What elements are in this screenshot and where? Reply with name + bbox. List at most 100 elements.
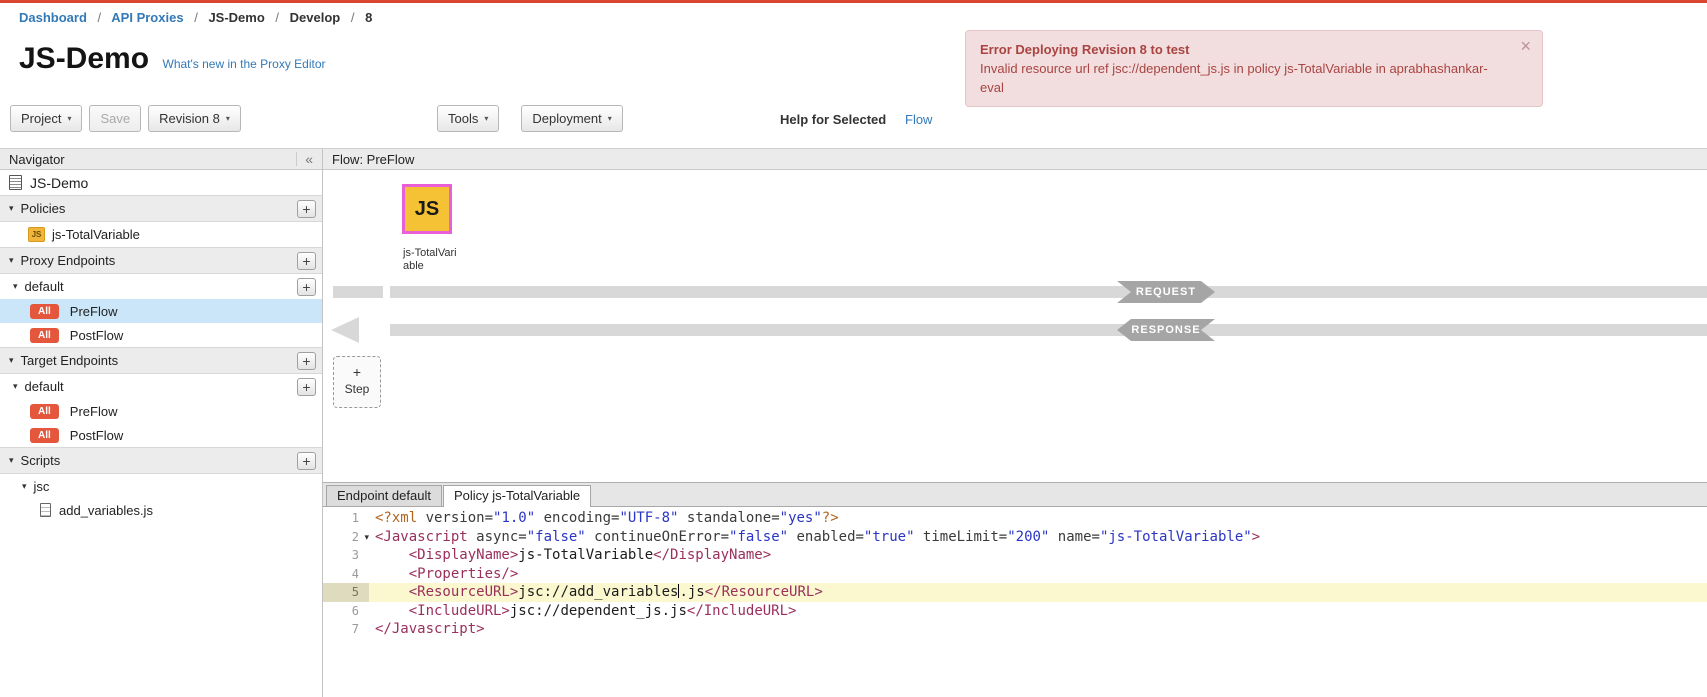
project-button-label: Project	[21, 111, 61, 126]
add-policy-button[interactable]: +	[297, 200, 316, 218]
breadcrumb-separator: /	[194, 10, 198, 25]
breadcrumb: Dashboard / API Proxies / JS-Demo / Deve…	[0, 3, 1707, 33]
close-icon[interactable]: ×	[1520, 36, 1531, 57]
nav-item-target-default[interactable]: ▾ default +	[0, 374, 322, 399]
nav-item-label: PostFlow	[70, 428, 123, 443]
help-flow-link[interactable]: Flow	[905, 112, 932, 127]
breadcrumb-api-proxies[interactable]: API Proxies	[111, 10, 183, 25]
navigator-title: Navigator	[9, 152, 65, 167]
toolbar-mid-group: Tools ▾ Deployment ▾	[437, 105, 623, 132]
chevron-down-icon[interactable]: ▾	[13, 381, 18, 392]
nav-item-proxy-root[interactable]: JS-Demo	[0, 170, 322, 195]
proxy-doc-icon	[9, 175, 22, 190]
nav-item-label: PreFlow	[70, 304, 118, 319]
nav-item-target-preflow[interactable]: All PreFlow	[0, 399, 322, 423]
add-script-button[interactable]: +	[297, 452, 316, 470]
nav-item-proxy-preflow[interactable]: All PreFlow	[0, 299, 322, 323]
chevron-down-icon[interactable]: ▾	[13, 281, 18, 292]
policy-node-js-totalvariable[interactable]: JS	[402, 184, 452, 234]
code-line[interactable]: 5 <ResourceURL>jsc://add_variables.js</R…	[323, 583, 1707, 602]
code-line[interactable]: 1<?xml version="1.0" encoding="UTF-8" st…	[323, 509, 1707, 528]
code-line[interactable]: 7</Javascript>	[323, 620, 1707, 639]
section-label: Target Endpoints	[21, 353, 119, 368]
line-number: 5	[323, 583, 369, 602]
nav-item-label: jsc	[34, 479, 50, 494]
nav-item-proxy-default[interactable]: ▾ default +	[0, 274, 322, 299]
page-header: JS-Demo What's new in the Proxy Editor	[19, 42, 326, 90]
js-icon: JS	[415, 198, 439, 221]
error-toast: × Error Deploying Revision 8 to test Inv…	[965, 30, 1543, 107]
chevron-down-icon[interactable]: ▾	[9, 355, 14, 366]
nav-item-label: JS-Demo	[30, 175, 88, 191]
tab-endpoint-default[interactable]: Endpoint default	[326, 485, 442, 506]
js-policy-icon: JS	[28, 227, 45, 242]
nav-item-label: default	[25, 279, 64, 294]
breadcrumb-proxy-name: JS-Demo	[208, 10, 264, 25]
section-policies[interactable]: ▾ Policies +	[0, 195, 322, 222]
tools-button-label: Tools	[448, 111, 478, 126]
code-line-text: <DisplayName>js-TotalVariable</DisplayNa…	[375, 546, 771, 565]
flow-title: Flow: PreFlow	[332, 152, 414, 167]
add-step-button[interactable]: + Step	[333, 356, 381, 408]
code-line[interactable]: 3 <DisplayName>js-TotalVariable</Display…	[323, 546, 1707, 565]
section-scripts[interactable]: ▾ Scripts +	[0, 447, 322, 474]
section-target-endpoints[interactable]: ▾ Target Endpoints +	[0, 347, 322, 374]
section-proxy-endpoints[interactable]: ▾ Proxy Endpoints +	[0, 247, 322, 274]
whats-new-link[interactable]: What's new in the Proxy Editor	[163, 57, 326, 71]
help-for-selected-label: Help for Selected	[780, 112, 886, 127]
line-number: 6	[323, 602, 369, 621]
file-icon	[40, 503, 51, 517]
save-button[interactable]: Save	[89, 105, 141, 132]
save-button-label: Save	[100, 111, 130, 126]
deployment-button-label: Deployment	[532, 111, 601, 126]
chevron-down-icon[interactable]: ▾	[9, 203, 14, 214]
code-fold-icon[interactable]: ▾	[364, 528, 369, 547]
chevron-down-icon[interactable]: ▾	[9, 255, 14, 266]
add-proxy-endpoint-button[interactable]: +	[297, 252, 316, 270]
breadcrumb-revision-number: 8	[365, 10, 372, 25]
add-target-endpoint-button[interactable]: +	[297, 352, 316, 370]
chevron-down-icon: ▾	[67, 114, 71, 123]
revision-button-label: Revision 8	[159, 111, 220, 126]
deployment-button[interactable]: Deployment ▾	[521, 105, 622, 132]
plus-icon: +	[334, 365, 380, 379]
toolbar-left-group: Project ▾ Save Revision 8 ▾	[10, 105, 241, 132]
chevron-down-icon[interactable]: ▾	[9, 455, 14, 466]
policy-node-label: js-TotalVariable	[403, 247, 461, 273]
flow-editor-panel: Flow: PreFlow JS js-TotalVariable REQUES…	[323, 149, 1707, 697]
add-flow-button[interactable]: +	[297, 278, 316, 296]
code-line[interactable]: 4 <Properties/>	[323, 565, 1707, 584]
arrow-left-icon	[331, 317, 359, 343]
nav-item-label: PreFlow	[70, 404, 118, 419]
chevron-down-icon[interactable]: ▾	[22, 481, 27, 492]
nav-item-target-postflow[interactable]: All PostFlow	[0, 423, 322, 447]
project-button[interactable]: Project ▾	[10, 105, 82, 132]
code-line[interactable]: 6 <IncludeURL>jsc://dependent_js.js</Inc…	[323, 602, 1707, 621]
breadcrumb-separator: /	[98, 10, 102, 25]
section-label: Policies	[21, 201, 66, 216]
request-track	[390, 286, 1707, 298]
nav-item-policy-js-totalvariable[interactable]: JS js-TotalVariable	[0, 222, 322, 247]
chevron-down-icon: ▾	[484, 114, 488, 123]
line-number: 4	[323, 565, 369, 584]
nav-item-add-variables-js[interactable]: add_variables.js	[0, 498, 322, 522]
code-lines[interactable]: 1<?xml version="1.0" encoding="UTF-8" st…	[323, 507, 1707, 697]
all-badge: All	[30, 428, 59, 443]
add-flow-button[interactable]: +	[297, 378, 316, 396]
section-label: Scripts	[21, 453, 61, 468]
code-line-text: <IncludeURL>jsc://dependent_js.js</Inclu…	[375, 602, 796, 621]
tools-button[interactable]: Tools ▾	[437, 105, 499, 132]
code-editor: Endpoint default Policy js-TotalVariable…	[323, 482, 1707, 697]
nav-item-proxy-postflow[interactable]: All PostFlow	[0, 323, 322, 347]
breadcrumb-develop: Develop	[290, 10, 341, 25]
tab-policy-js-totalvariable[interactable]: Policy js-TotalVariable	[443, 485, 591, 507]
collapse-sidebar-icon[interactable]: «	[296, 152, 313, 166]
step-button-label: Step	[334, 382, 380, 396]
code-line[interactable]: 2▾<Javascript async="false" continueOnEr…	[323, 528, 1707, 547]
nav-item-jsc-folder[interactable]: ▾ jsc	[0, 474, 322, 498]
code-line-text: <Properties/>	[375, 565, 518, 584]
revision-button[interactable]: Revision 8 ▾	[148, 105, 241, 132]
breadcrumb-separator: /	[275, 10, 279, 25]
breadcrumb-dashboard[interactable]: Dashboard	[19, 10, 87, 25]
response-label: RESPONSE	[1117, 319, 1215, 341]
